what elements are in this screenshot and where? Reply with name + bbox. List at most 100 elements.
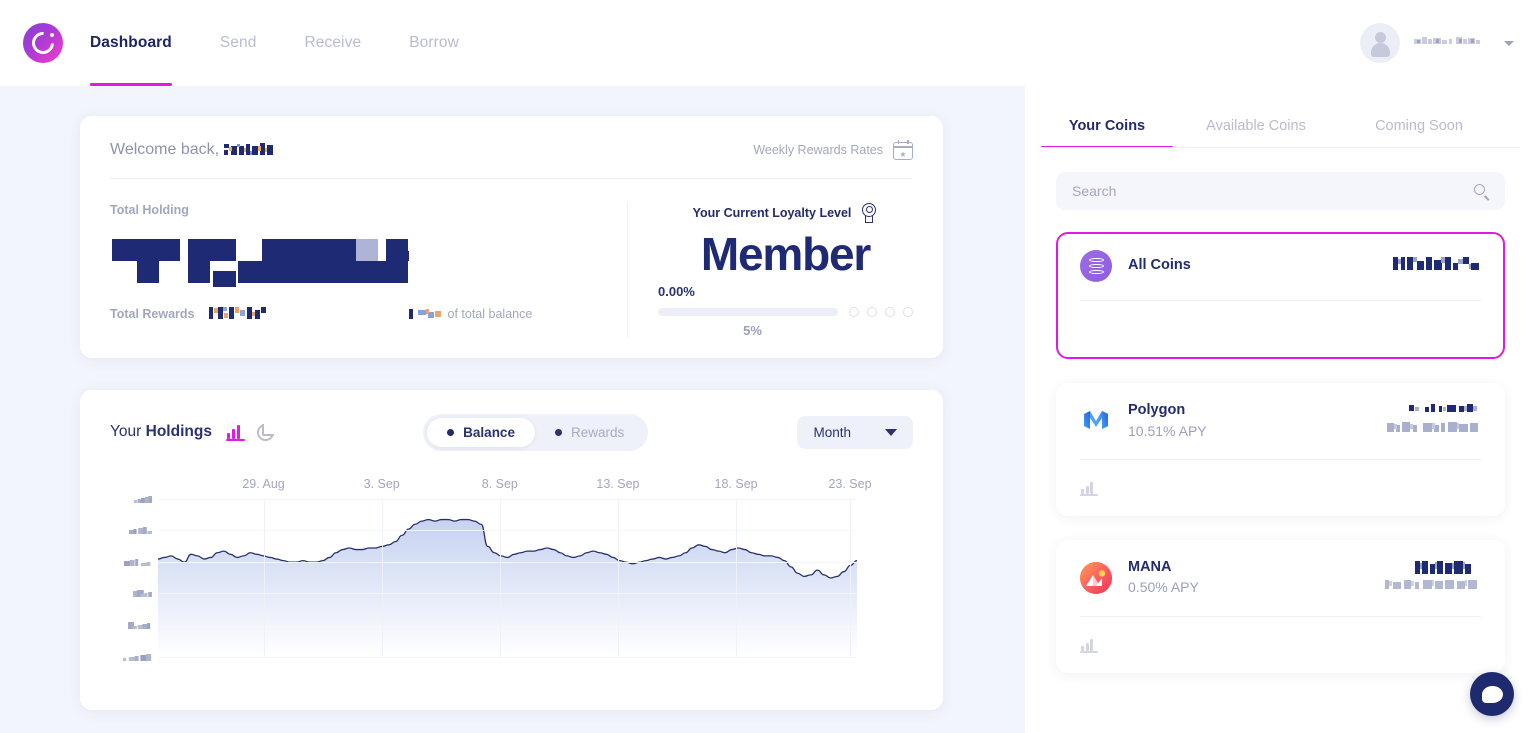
total-holding-label: Total Holding: [110, 203, 189, 217]
nav-item-dashboard[interactable]: Dashboard: [90, 0, 172, 86]
top-navigation-bar: Dashboard Send Receive Borrow: [0, 0, 1536, 86]
chart-y-tick-redacted: [129, 521, 155, 539]
holdings-card: Your Holdings Balance Rewards Month 29. …: [80, 389, 943, 710]
page-body: Welcome back, Weekly Rewards Rates ★ Tot…: [0, 86, 1536, 733]
chevron-down-icon[interactable]: [1504, 40, 1514, 46]
holdings-chart: 29. Aug 3. Sep 8. Sep 13. Sep 18. Sep 23. Sep: [110, 477, 913, 661]
chart-plot-area: [158, 498, 857, 658]
total-rewards-row: Total Rewards of total balance: [110, 305, 601, 323]
coin-name: Polygon: [1128, 402, 1186, 418]
search-input[interactable]: [1072, 183, 1474, 199]
coin-card-header: Polygon 10.51% APY: [1080, 401, 1481, 441]
tab-coming-soon[interactable]: Coming Soon: [1339, 118, 1499, 148]
rewards-dot-icon: [554, 428, 562, 436]
toggle-rewards-label: Rewards: [570, 424, 625, 440]
bar-chart-icon[interactable]: [1080, 637, 1098, 653]
tab-label: Available Coins: [1206, 118, 1306, 134]
nav-item-receive[interactable]: Receive: [304, 0, 361, 86]
coin-value-redacted: [1385, 403, 1481, 439]
nav-links: Dashboard Send Receive Borrow: [86, 0, 507, 86]
range-dropdown[interactable]: Month: [797, 415, 913, 449]
holdings-summary: Total Holding Total Rewards of total bal…: [110, 203, 627, 338]
chevron-down-icon: [885, 428, 897, 436]
loyalty-level-value: Member: [700, 228, 871, 280]
bar-chart-icon[interactable]: [1080, 480, 1098, 496]
total-rewards-label: Total Rewards: [110, 307, 195, 321]
chart-gridline: [736, 498, 738, 657]
tab-label: Your Coins: [1068, 118, 1146, 134]
nav-item-send[interactable]: Send: [220, 0, 257, 86]
tab-your-coins[interactable]: Your Coins: [1041, 118, 1173, 148]
chart-gridline: [158, 624, 857, 626]
holdings-view-icons: [225, 423, 274, 441]
pie-chart-icon[interactable]: [256, 423, 274, 441]
coin-card-all-coins[interactable]: All Coins: [1056, 232, 1505, 359]
chart-y-axis: [110, 495, 155, 661]
coin-card-header: MANA 0.50% APY: [1080, 558, 1481, 598]
chart-gridline: [158, 530, 857, 532]
nav-item-borrow[interactable]: Borrow: [409, 0, 459, 86]
chart-gridline: [381, 498, 383, 657]
decentraland-mana-icon: [1080, 561, 1112, 594]
chart-x-tick: 29. Aug: [242, 476, 285, 491]
tab-label: Coming Soon: [1375, 118, 1463, 134]
of-total-balance-value-redacted: [408, 305, 445, 323]
coin-value-redacted: [1393, 255, 1481, 277]
chart-y-tick-redacted: [133, 584, 155, 602]
coin-card-footer: [1080, 617, 1481, 673]
chart-y-tick-redacted: [123, 648, 152, 666]
loyalty-current-pct: 0.00%: [658, 283, 695, 299]
welcome-card: Welcome back, Weekly Rewards Rates ★ Tot…: [80, 116, 943, 358]
nav-label: Receive: [304, 34, 362, 51]
chart-gridline: [499, 498, 501, 657]
account-name-redacted: [1414, 34, 1490, 53]
bar-chart-icon[interactable]: [225, 424, 245, 441]
coin-name: MANA: [1128, 558, 1172, 575]
coin-name: All Coins: [1128, 257, 1191, 274]
coin-apy: 10.51% APY: [1128, 422, 1207, 439]
balance-dot-icon: [447, 428, 455, 436]
chart-y-tick-redacted: [134, 490, 154, 508]
chart-gridline: [158, 561, 857, 563]
welcome-card-body: Total Holding Total Rewards of total bal…: [110, 179, 913, 338]
chart-gridline: [263, 498, 265, 657]
app-root: Dashboard Send Receive Borrow Welcome ba…: [0, 0, 1536, 733]
toggle-balance[interactable]: Balance: [427, 417, 535, 447]
chart-gridline: [158, 498, 857, 500]
polygon-matic-icon: [1080, 404, 1112, 437]
loyalty-title: Your Current Loyalty Level: [692, 206, 852, 220]
coin-card-mana[interactable]: MANA 0.50% APY: [1056, 539, 1505, 673]
tabs-divider: [1041, 147, 1520, 148]
chart-x-tick: 18. Sep: [714, 476, 758, 491]
coin-apy: 0.50% APY: [1128, 579, 1199, 596]
coin-info: All Coins: [1128, 256, 1191, 276]
total-holding-value-redacted: [110, 231, 601, 295]
brand-logo[interactable]: [0, 23, 86, 63]
calendar-star-icon[interactable]: ★: [893, 140, 913, 160]
weekly-rewards-rates[interactable]: Weekly Rewards Rates ★: [753, 140, 913, 160]
chart-y-tick-redacted: [128, 616, 152, 634]
nav-label: Borrow: [409, 34, 459, 51]
coins-stack-icon: [1080, 250, 1112, 282]
progress-bar: [658, 307, 838, 316]
celsius-logo-icon: [23, 23, 63, 63]
toggle-rewards[interactable]: Rewards: [535, 418, 644, 447]
coin-card-polygon[interactable]: Polygon 10.51% APY: [1056, 383, 1505, 516]
main-column: Welcome back, Weekly Rewards Rates ★ Tot…: [0, 86, 1025, 733]
nav-label: Dashboard: [90, 34, 172, 51]
coin-value-redacted: [1385, 560, 1481, 596]
coin-search[interactable]: [1056, 172, 1505, 210]
tab-available-coins[interactable]: Available Coins: [1173, 118, 1339, 148]
search-icon[interactable]: [1474, 183, 1489, 200]
chat-bubble-icon: [1481, 685, 1503, 703]
chart-x-axis: 29. Aug 3. Sep 8. Sep 13. Sep 18. Sep 23. Sep: [110, 477, 913, 495]
coin-card-header: All Coins: [1080, 250, 1481, 282]
loyalty-next-pct: 5%: [743, 322, 762, 338]
holdings-title-bold: Holdings: [145, 423, 212, 441]
account-menu[interactable]: [1360, 23, 1536, 63]
chat-bubble-button[interactable]: [1470, 672, 1514, 716]
user-avatar-icon: [1360, 23, 1400, 63]
holdings-title-prefix: Your: [110, 423, 142, 441]
chart-x-tick: 23. Sep: [828, 476, 872, 491]
chart-y-tick-redacted: [124, 553, 152, 571]
